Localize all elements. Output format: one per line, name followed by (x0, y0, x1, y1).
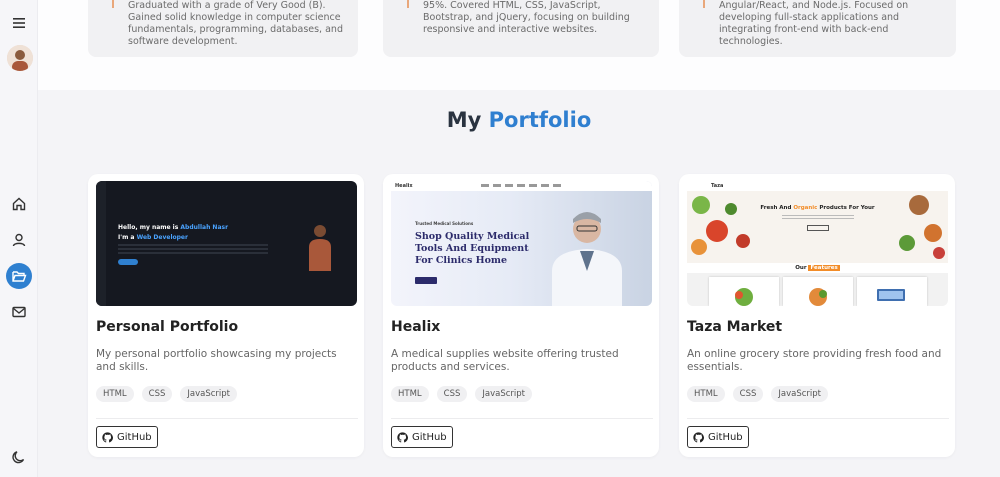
thumbnail-hero-text (782, 215, 854, 221)
tag-list: HTML CSS JavaScript (687, 386, 828, 402)
sidebar (0, 0, 38, 477)
hamburger-menu-icon[interactable] (7, 11, 31, 35)
project-description: My personal portfolio showcasing my proj… (96, 348, 337, 373)
education-section: Graduated with a grade of Very Good (B).… (38, 0, 1000, 90)
tag: JavaScript (475, 386, 532, 402)
feature-card (783, 277, 853, 306)
thumbnail-sidebar (96, 181, 106, 306)
education-card: Angular/React, and Node.js. Focused on d… (679, 0, 956, 57)
github-button[interactable]: GitHub (687, 426, 749, 448)
thumbnail-button (415, 277, 437, 284)
project-thumbnail[interactable]: Healix Trusted Medical Solutions Shop Qu… (391, 181, 652, 306)
timeline-marker (703, 0, 705, 8)
timeline-marker (112, 0, 114, 8)
github-icon (397, 431, 408, 442)
project-card: Hello, my name is Abdullah Nasr I'm a We… (88, 174, 364, 457)
section-title: My Portfolio (38, 108, 1000, 132)
section-title-accent: Portfolio (488, 108, 592, 132)
education-text: Graduated with a grade of Very Good (B).… (128, 0, 343, 47)
tag: CSS (436, 386, 468, 402)
avatar[interactable] (7, 45, 33, 71)
github-icon (693, 431, 704, 442)
project-title: Taza Market (687, 319, 783, 335)
thumbnail-hello: Hello, my name is Abdullah Nasr (118, 224, 229, 231)
project-thumbnail[interactable]: Hello, my name is Abdullah Nasr I'm a We… (96, 181, 357, 306)
education-text: 95%. Covered HTML, CSS, JavaScript, Boot… (423, 0, 630, 35)
github-icon (102, 431, 113, 442)
tag: HTML (391, 386, 429, 402)
thumbnail-subtitle: Trusted Medical Solutions (415, 221, 474, 226)
thumbnail-logo: Healix (395, 183, 413, 189)
person-photo (309, 225, 331, 271)
doctor-photo (552, 212, 622, 306)
thumbnail-paragraph (118, 244, 268, 256)
thumbnail-headline: Shop Quality Medical Tools And Equipment… (415, 231, 530, 266)
thumbnail-button (118, 259, 138, 265)
mail-icon[interactable] (7, 300, 31, 324)
github-button[interactable]: GitHub (96, 426, 158, 448)
thumbnail-logo: Taza (711, 183, 724, 189)
project-title: Personal Portfolio (96, 319, 239, 335)
thumbnail-button (807, 225, 829, 231)
tag: JavaScript (180, 386, 237, 402)
moon-icon[interactable] (7, 445, 31, 469)
education-card: 95%. Covered HTML, CSS, JavaScript, Boot… (383, 0, 659, 57)
feature-card (857, 277, 927, 306)
project-title: Healix (391, 319, 441, 335)
education-card: Graduated with a grade of Very Good (B).… (88, 0, 358, 57)
project-card: Taza Fresh And Organic Products For Your… (679, 174, 955, 457)
tag-list: HTML CSS JavaScript (96, 386, 237, 402)
main-content: Graduated with a grade of Very Good (B).… (38, 0, 1000, 477)
project-thumbnail[interactable]: Taza Fresh And Organic Products For Your… (687, 181, 948, 306)
education-text: Angular/React, and Node.js. Focused on d… (719, 0, 909, 47)
timeline-marker (407, 0, 409, 8)
thumbnail-nav-links (481, 184, 561, 187)
tag-list: HTML CSS JavaScript (391, 386, 532, 402)
divider (96, 418, 358, 419)
thumbnail-role: I'm a Web Developer (118, 234, 188, 241)
thumbnail-hero-title: Fresh And Organic Products For Your (760, 205, 875, 211)
section-title-prefix: My (446, 108, 482, 132)
divider (391, 418, 653, 419)
feature-card (709, 277, 779, 306)
thumbnail-features-title: Our Features (795, 265, 840, 271)
github-button[interactable]: GitHub (391, 426, 453, 448)
project-card: Healix Trusted Medical Solutions Shop Qu… (383, 174, 659, 457)
github-label: GitHub (117, 431, 152, 443)
user-icon[interactable] (7, 228, 31, 252)
github-label: GitHub (412, 431, 447, 443)
github-label: GitHub (708, 431, 743, 443)
project-description: An online grocery store providing fresh … (687, 348, 942, 373)
tag: JavaScript (771, 386, 828, 402)
project-description: A medical supplies website offering trus… (391, 348, 619, 373)
thumbnail-navbar (687, 181, 948, 191)
divider (687, 418, 949, 419)
tag: CSS (141, 386, 173, 402)
tag: HTML (687, 386, 725, 402)
folder-open-icon[interactable] (6, 263, 32, 289)
home-icon[interactable] (7, 192, 31, 216)
tag: CSS (732, 386, 764, 402)
tag: HTML (96, 386, 134, 402)
